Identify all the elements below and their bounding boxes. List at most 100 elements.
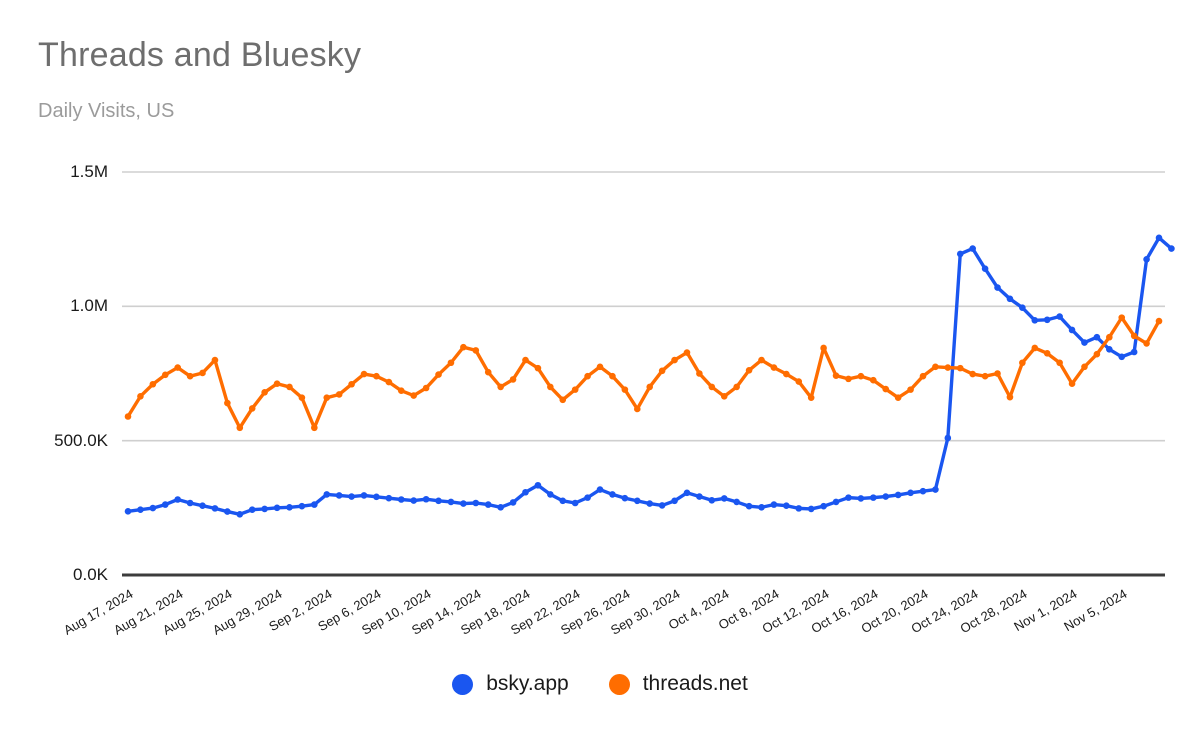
data-point[interactable]: [360, 492, 368, 499]
data-point[interactable]: [720, 393, 728, 400]
data-point[interactable]: [1068, 326, 1076, 334]
data-point[interactable]: [273, 504, 281, 512]
data-point[interactable]: [298, 394, 306, 401]
data-point[interactable]: [770, 364, 778, 371]
data-point[interactable]: [161, 501, 169, 508]
data-point[interactable]: [944, 434, 952, 442]
data-point[interactable]: [758, 504, 765, 511]
data-point[interactable]: [758, 356, 765, 364]
data-point[interactable]: [547, 383, 554, 391]
data-point[interactable]: [832, 372, 840, 379]
data-point[interactable]: [1081, 339, 1088, 346]
data-point[interactable]: [186, 372, 194, 380]
data-point[interactable]: [385, 494, 393, 502]
data-point[interactable]: [1031, 344, 1039, 352]
data-point[interactable]: [994, 284, 1001, 291]
data-point[interactable]: [224, 508, 231, 515]
data-point[interactable]: [646, 500, 654, 507]
data-point[interactable]: [845, 494, 852, 501]
data-point[interactable]: [422, 384, 430, 392]
data-point[interactable]: [174, 364, 181, 371]
data-point[interactable]: [708, 497, 716, 504]
data-point[interactable]: [932, 486, 939, 493]
data-point[interactable]: [199, 502, 206, 509]
data-point[interactable]: [683, 489, 691, 497]
data-point[interactable]: [1006, 295, 1014, 303]
data-point[interactable]: [696, 493, 703, 500]
data-point[interactable]: [447, 498, 455, 506]
data-point[interactable]: [522, 488, 529, 496]
data-point[interactable]: [1118, 314, 1126, 321]
data-point[interactable]: [671, 497, 678, 505]
data-point[interactable]: [596, 363, 604, 371]
data-point[interactable]: [981, 372, 989, 380]
data-point[interactable]: [708, 383, 716, 391]
data-point[interactable]: [633, 405, 641, 413]
data-point[interactable]: [311, 424, 318, 432]
data-point[interactable]: [422, 495, 430, 503]
data-point[interactable]: [1081, 363, 1088, 371]
data-point[interactable]: [745, 502, 753, 510]
data-point[interactable]: [186, 499, 194, 507]
data-point[interactable]: [298, 502, 306, 510]
data-point[interactable]: [1093, 350, 1101, 358]
data-point[interactable]: [795, 505, 803, 512]
data-point[interactable]: [385, 378, 393, 386]
data-point[interactable]: [646, 383, 654, 391]
data-point[interactable]: [745, 366, 753, 374]
data-point[interactable]: [894, 491, 902, 499]
data-point[interactable]: [1093, 333, 1101, 341]
data-point[interactable]: [571, 499, 579, 507]
data-point[interactable]: [1106, 333, 1113, 341]
data-point[interactable]: [460, 500, 467, 507]
data-point[interactable]: [1143, 256, 1150, 263]
data-point[interactable]: [323, 394, 331, 401]
data-point[interactable]: [857, 372, 865, 380]
data-point[interactable]: [236, 424, 244, 432]
legend-item-bsky-app[interactable]: bsky.app: [452, 672, 569, 696]
data-point[interactable]: [199, 369, 206, 377]
data-point[interactable]: [348, 493, 355, 500]
data-point[interactable]: [286, 383, 293, 391]
data-point[interactable]: [559, 396, 567, 404]
data-point[interactable]: [149, 380, 157, 388]
data-point[interactable]: [509, 499, 517, 506]
data-point[interactable]: [509, 376, 517, 383]
data-point[interactable]: [857, 495, 865, 502]
data-point[interactable]: [870, 494, 877, 501]
data-point[interactable]: [882, 385, 890, 393]
data-point[interactable]: [1019, 359, 1026, 367]
data-point[interactable]: [360, 370, 368, 378]
data-point[interactable]: [969, 370, 976, 378]
data-point[interactable]: [907, 386, 914, 393]
data-point[interactable]: [522, 356, 529, 364]
data-point[interactable]: [981, 265, 989, 273]
data-point[interactable]: [571, 386, 579, 393]
data-point[interactable]: [1019, 304, 1026, 311]
data-point[interactable]: [969, 245, 976, 252]
data-point[interactable]: [397, 387, 405, 394]
data-point[interactable]: [248, 506, 256, 514]
data-point[interactable]: [832, 498, 840, 506]
data-point[interactable]: [658, 367, 666, 375]
data-point[interactable]: [472, 347, 480, 354]
data-point[interactable]: [733, 383, 740, 391]
data-point[interactable]: [174, 496, 181, 503]
data-point[interactable]: [447, 359, 455, 367]
data-point[interactable]: [435, 371, 442, 378]
data-point[interactable]: [1056, 313, 1063, 320]
data-point[interactable]: [149, 504, 157, 512]
data-point[interactable]: [596, 486, 604, 493]
data-point[interactable]: [311, 501, 318, 508]
data-point[interactable]: [497, 504, 504, 511]
data-point[interactable]: [124, 413, 132, 420]
data-point[interactable]: [1056, 359, 1063, 367]
data-point[interactable]: [261, 505, 268, 513]
data-point[interactable]: [609, 372, 616, 380]
data-point[interactable]: [870, 376, 877, 384]
data-point[interactable]: [1130, 332, 1138, 340]
data-point[interactable]: [609, 491, 616, 498]
data-point[interactable]: [770, 501, 778, 508]
data-point[interactable]: [944, 364, 952, 371]
data-point[interactable]: [460, 343, 467, 351]
